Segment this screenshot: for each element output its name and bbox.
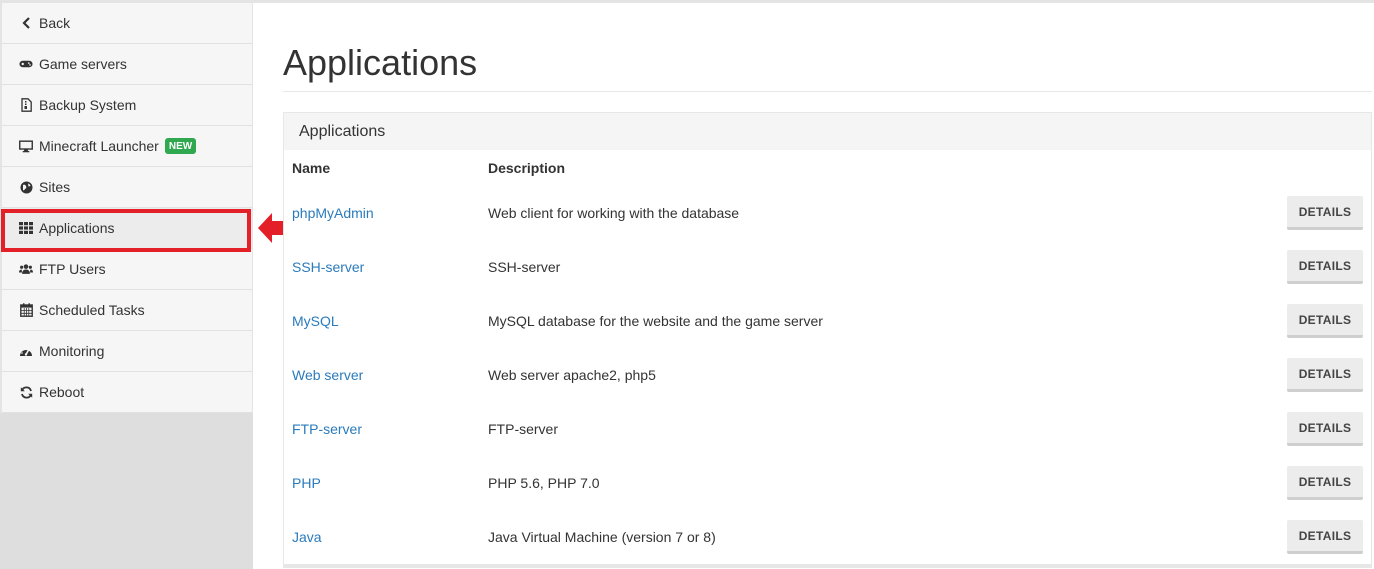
title-divider	[283, 91, 1372, 92]
sidebar-item-ftp-users[interactable]: FTP Users	[2, 249, 252, 290]
sidebar-item-scheduled-tasks[interactable]: Scheduled Tasks	[2, 290, 252, 331]
details-button[interactable]: DETAILS	[1287, 466, 1363, 500]
column-header-description: Description	[488, 160, 566, 176]
table-row: FTP-server FTP-server DETAILS	[284, 402, 1371, 456]
new-badge: NEW	[164, 138, 197, 154]
sidebar-item-label: Scheduled Tasks	[39, 302, 145, 318]
app-name-link[interactable]: MySQL	[292, 313, 339, 329]
sidebar-item-label: Minecraft Launcher	[39, 138, 159, 154]
sidebar-item-label: Monitoring	[39, 343, 105, 359]
details-button[interactable]: DETAILS	[1287, 358, 1363, 392]
app-description: MySQL database for the website and the g…	[488, 313, 823, 329]
applications-panel: Applications Name Description phpMyAdmin…	[283, 112, 1372, 568]
sidebar-item-monitoring[interactable]: Monitoring	[2, 331, 252, 372]
th-grid-icon	[19, 221, 33, 235]
app-frame: Back Game servers Backup System Minecraf…	[0, 0, 1374, 569]
table-row: PHP PHP 5.6, PHP 7.0 DETAILS	[284, 456, 1371, 510]
app-description: FTP-server	[488, 421, 558, 437]
sidebar-item-label: Back	[39, 15, 71, 31]
main-content: Applications Applications Name Descripti…	[283, 3, 1372, 568]
app-name-link[interactable]: SSH-server	[292, 259, 364, 275]
details-button[interactable]: DETAILS	[1287, 520, 1363, 554]
file-archive-icon	[19, 98, 33, 112]
applications-table: Name Description phpMyAdmin Web client f…	[284, 150, 1371, 564]
dashboard-icon	[19, 344, 33, 358]
refresh-icon	[19, 385, 33, 399]
table-row: Java Java Virtual Machine (version 7 or …	[284, 510, 1371, 564]
app-name-link[interactable]: Java	[292, 529, 322, 545]
page-title: Applications	[283, 42, 478, 83]
app-description: PHP 5.6, PHP 7.0	[488, 475, 600, 491]
sidebar-nav: Back Game servers Backup System Minecraf…	[0, 3, 253, 413]
app-description: Web server apache2, php5	[488, 367, 656, 383]
gamepad-icon	[19, 57, 33, 71]
sidebar-item-label: Applications	[39, 220, 115, 236]
sidebar-item-sites[interactable]: Sites	[2, 167, 252, 208]
panel-heading: Applications	[284, 113, 1371, 150]
sidebar-item-backup-system[interactable]: Backup System	[2, 85, 252, 126]
app-name-link[interactable]: phpMyAdmin	[292, 205, 374, 221]
app-description: Web client for working with the database	[488, 205, 740, 221]
sidebar-item-minecraft-launcher[interactable]: Minecraft Launcher NEW	[2, 126, 252, 167]
chevron-left-icon	[19, 16, 33, 30]
table-row: SSH-server SSH-server DETAILS	[284, 240, 1371, 294]
sidebar-item-label: Backup System	[39, 97, 137, 113]
sidebar-item-back[interactable]: Back	[2, 3, 252, 44]
table-row: MySQL MySQL database for the website and…	[284, 294, 1371, 348]
sidebar-item-reboot[interactable]: Reboot	[2, 372, 252, 413]
sidebar-item-label: Reboot	[39, 384, 85, 400]
details-button[interactable]: DETAILS	[1287, 412, 1363, 446]
app-name-link[interactable]: PHP	[292, 475, 321, 491]
table-header-row: Name Description	[284, 150, 1371, 186]
table-row: phpMyAdmin Web client for working with t…	[284, 186, 1371, 240]
calendar-icon	[19, 303, 33, 317]
globe-icon	[19, 180, 33, 194]
app-description: Java Virtual Machine (version 7 or 8)	[488, 529, 716, 545]
details-button[interactable]: DETAILS	[1287, 304, 1363, 338]
column-header-name: Name	[292, 160, 331, 176]
sidebar-item-label: Sites	[39, 179, 71, 195]
table-row: Web server Web server apache2, php5 DETA…	[284, 348, 1371, 402]
sidebar-item-label: Game servers	[39, 56, 127, 72]
users-icon	[19, 262, 33, 276]
details-button[interactable]: DETAILS	[1287, 250, 1363, 284]
details-button[interactable]: DETAILS	[1287, 196, 1363, 230]
column-header-actions	[1261, 150, 1371, 186]
sidebar: Back Game servers Backup System Minecraf…	[0, 3, 253, 569]
app-name-link[interactable]: Web server	[292, 367, 363, 383]
app-description: SSH-server	[488, 259, 561, 275]
app-name-link[interactable]: FTP-server	[292, 421, 362, 437]
sidebar-item-label: FTP Users	[39, 261, 106, 277]
sidebar-item-applications[interactable]: Applications	[2, 208, 252, 249]
sidebar-item-game-servers[interactable]: Game servers	[2, 44, 252, 85]
desktop-icon	[19, 139, 33, 153]
